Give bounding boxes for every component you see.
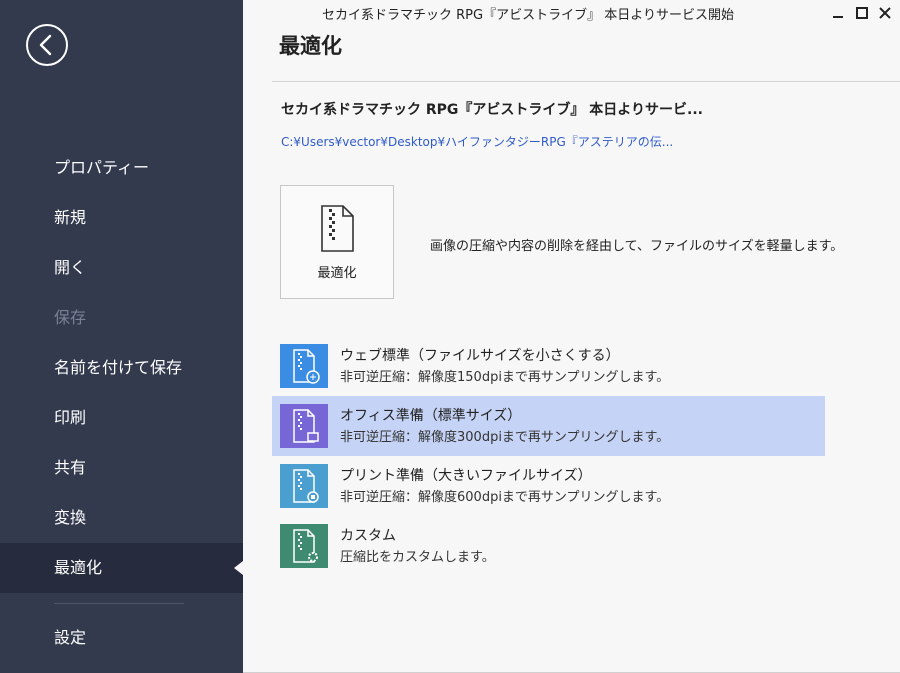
optimize-button[interactable]: 最適化 [280,185,394,299]
sidebar-item-new[interactable]: 新規 [0,193,243,243]
option-office-ready[interactable]: オフィス準備（標準サイズ） 非可逆圧縮：解像度300dpiまで再サンプリングしま… [272,396,825,456]
minimize-icon [833,16,843,18]
sidebar-nav: プロパティー 新規 開く 保存 名前を付けて保存 印刷 共有 変換 最適化 [0,143,243,593]
sidebar-item-share[interactable]: 共有 [0,443,243,493]
close-icon [879,7,891,19]
option-name: ウェブ標準（ファイルサイズを小さくする） [340,348,620,364]
optimize-button-label: 最適化 [317,266,357,281]
option-name: カスタム [340,528,396,544]
option-name: プリント準備（大きいファイルサイズ） [340,468,592,484]
sidebar-item-properties[interactable]: プロパティー [0,143,243,193]
sidebar-item-settings[interactable]: 設定 [0,613,243,663]
sidebar-item-open[interactable]: 開く [0,243,243,293]
web-icon [280,344,328,388]
option-print-ready[interactable]: プリント準備（大きいファイルサイズ） 非可逆圧縮：解像度600dpiまで再サンプ… [272,456,825,516]
custom-icon [280,524,328,568]
office-icon [280,404,328,448]
zip-file-icon [321,205,354,252]
sidebar: プロパティー 新規 開く 保存 名前を付けて保存 印刷 共有 変換 最適化 設定 [0,0,243,673]
back-button[interactable] [26,24,68,66]
close-button[interactable] [876,4,894,22]
document-path-link[interactable]: C:¥Users¥vector¥Desktop¥ハイファンタジーRPG『アステリ… [281,133,673,150]
page-title: 最適化 [279,34,342,58]
window-title: セカイ系ドラマチック RPG『アビストライブ』 本日よりサービス開始 [322,8,734,23]
print-icon [280,464,328,508]
maximize-button[interactable] [853,4,871,22]
sidebar-item-print[interactable]: 印刷 [0,393,243,443]
optimize-description: 画像の圧縮や内容の削除を経由して、ファイルのサイズを軽量します。 [430,239,844,254]
sidebar-divider [54,603,184,604]
option-custom[interactable]: カスタム 圧縮比をカスタムします。 [272,516,825,576]
option-description: 非可逆圧縮：解像度600dpiまで再サンプリングします。 [340,490,670,505]
arrow-left-icon [39,34,52,56]
document-title: セカイ系ドラマチック RPG『アビストライブ』 本日よりサービ... [281,102,703,118]
maximize-icon [856,7,868,19]
sidebar-item-save: 保存 [54,308,87,327]
optimize-options-list: ウェブ標準（ファイルサイズを小さくする） 非可逆圧縮：解像度150dpiまで再サ… [272,336,825,576]
option-description: 非可逆圧縮：解像度300dpiまで再サンプリングします。 [340,430,670,445]
sidebar-item-save-as[interactable]: 名前を付けて保存 [0,343,243,393]
sidebar-item-convert[interactable]: 変換 [0,493,243,543]
option-web-standard[interactable]: ウェブ標準（ファイルサイズを小さくする） 非可逆圧縮：解像度150dpiまで再サ… [272,336,825,396]
sidebar-item-optimize[interactable]: 最適化 [0,543,243,593]
minimize-button[interactable] [829,4,847,22]
option-description: 非可逆圧縮：解像度150dpiまで再サンプリングします。 [340,370,670,385]
option-name: オフィス準備（標準サイズ） [340,408,522,424]
option-description: 圧縮比をカスタムします。 [340,550,495,565]
header-divider [272,81,900,82]
